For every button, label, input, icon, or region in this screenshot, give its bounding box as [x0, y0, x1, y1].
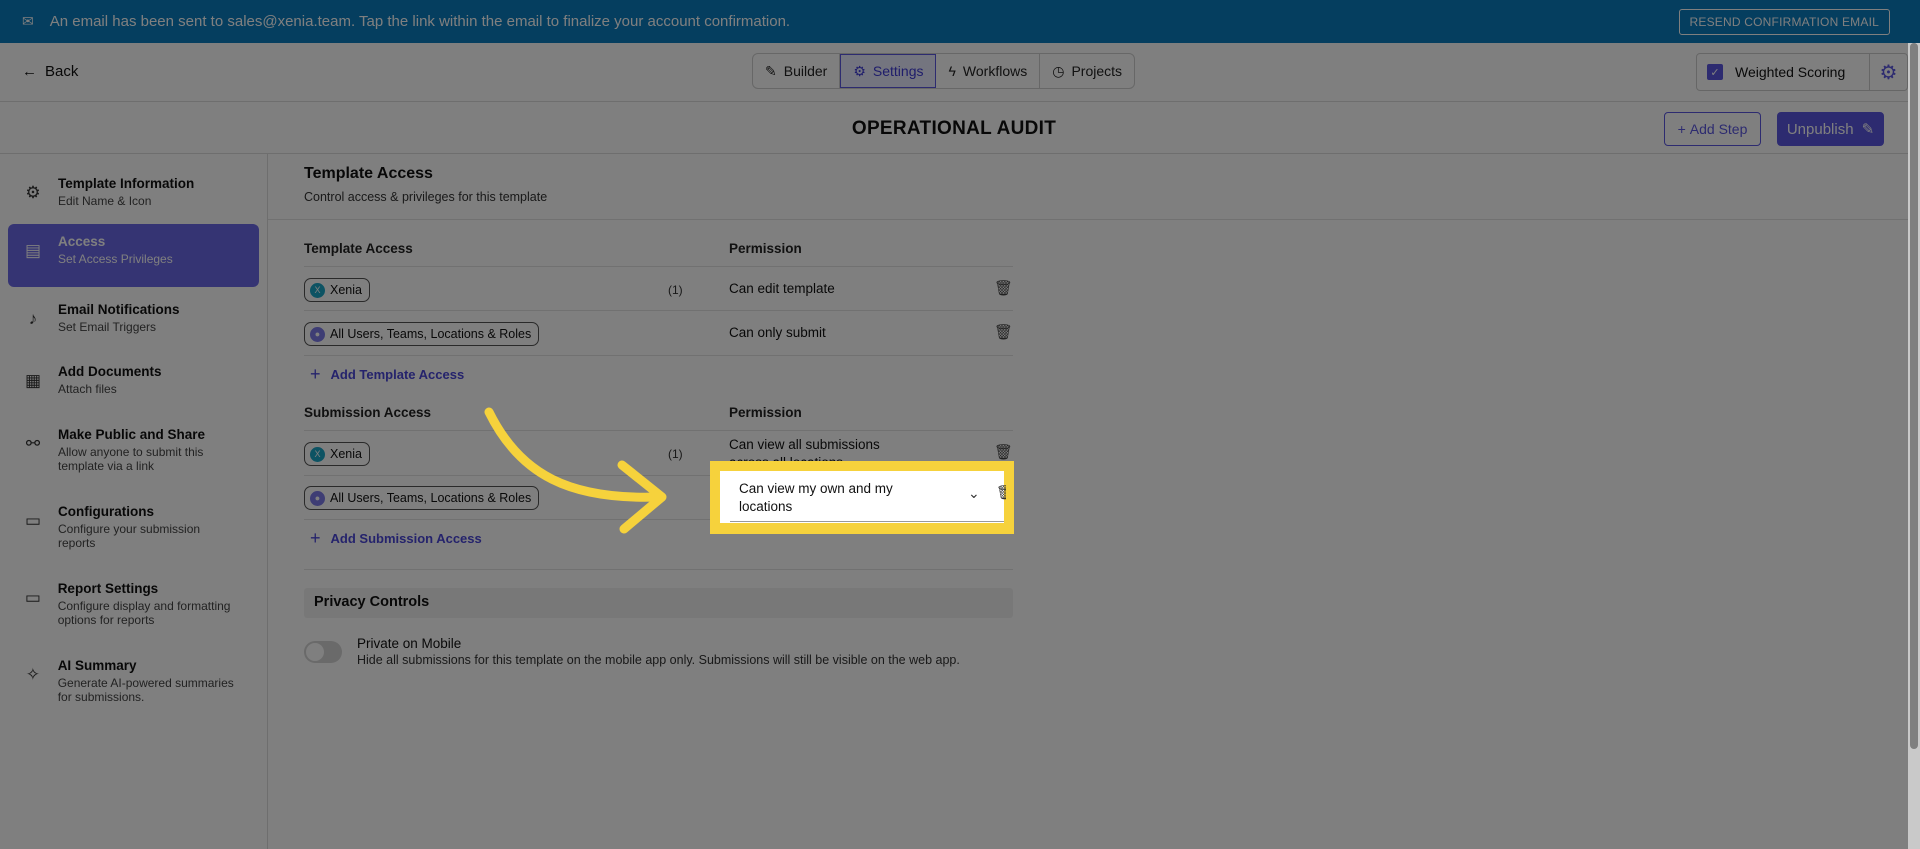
chevron-down-icon: ⌄: [968, 485, 980, 501]
select-underline: [730, 521, 1004, 522]
permission-select[interactable]: Can view my own and my locations ⌄ 🗑: [720, 471, 1006, 523]
tutorial-arrow-icon: [484, 407, 667, 534]
tutorial-dim-overlay: [0, 0, 1920, 849]
permission-select-value: Can view my own and my locations: [739, 481, 893, 514]
scrollbar-thumb[interactable]: [1910, 43, 1918, 749]
trash-icon[interactable]: 🗑: [996, 484, 1006, 501]
scrollbar[interactable]: [1908, 43, 1920, 849]
highlighted-permission-dropdown: Can view my own and my locations ⌄ 🗑: [710, 461, 1014, 534]
